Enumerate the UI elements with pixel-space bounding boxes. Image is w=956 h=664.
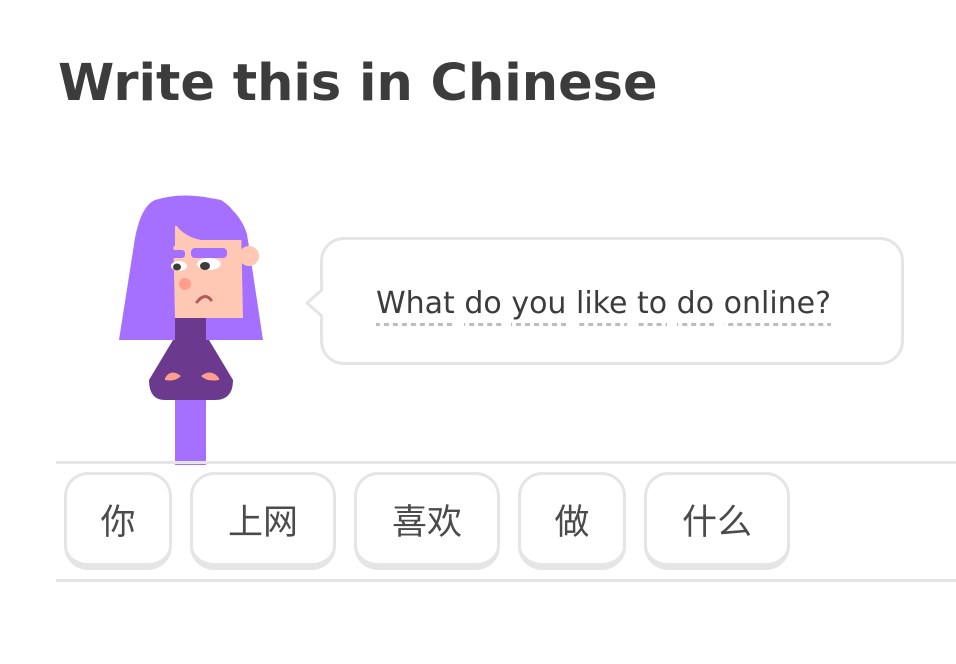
lily-character-icon: [119, 195, 263, 465]
prompt-word[interactable]: like: [576, 284, 628, 326]
word-tile[interactable]: 什么: [644, 472, 790, 570]
prompt-word[interactable]: What: [376, 284, 455, 326]
page-title: Write this in Chinese: [58, 54, 658, 113]
prompt-word[interactable]: online?: [723, 284, 832, 326]
prompt-word[interactable]: you: [511, 284, 567, 326]
prompt-sentence: What do you like to do online?: [376, 284, 832, 326]
prompt-word[interactable]: do: [464, 284, 502, 326]
speech-bubble: What do you like to do online?: [320, 237, 904, 365]
word-tile[interactable]: 你: [64, 472, 172, 570]
word-tile[interactable]: 上网: [190, 472, 336, 570]
answer-area-divider: [56, 461, 956, 464]
prompt-word[interactable]: do: [676, 284, 715, 326]
prompt-word[interactable]: to: [636, 284, 668, 326]
word-tile[interactable]: 做: [518, 472, 626, 570]
speech-bubble-tail: [305, 286, 329, 320]
answer-area-divider: [56, 579, 956, 582]
word-tile[interactable]: 喜欢: [354, 472, 500, 570]
